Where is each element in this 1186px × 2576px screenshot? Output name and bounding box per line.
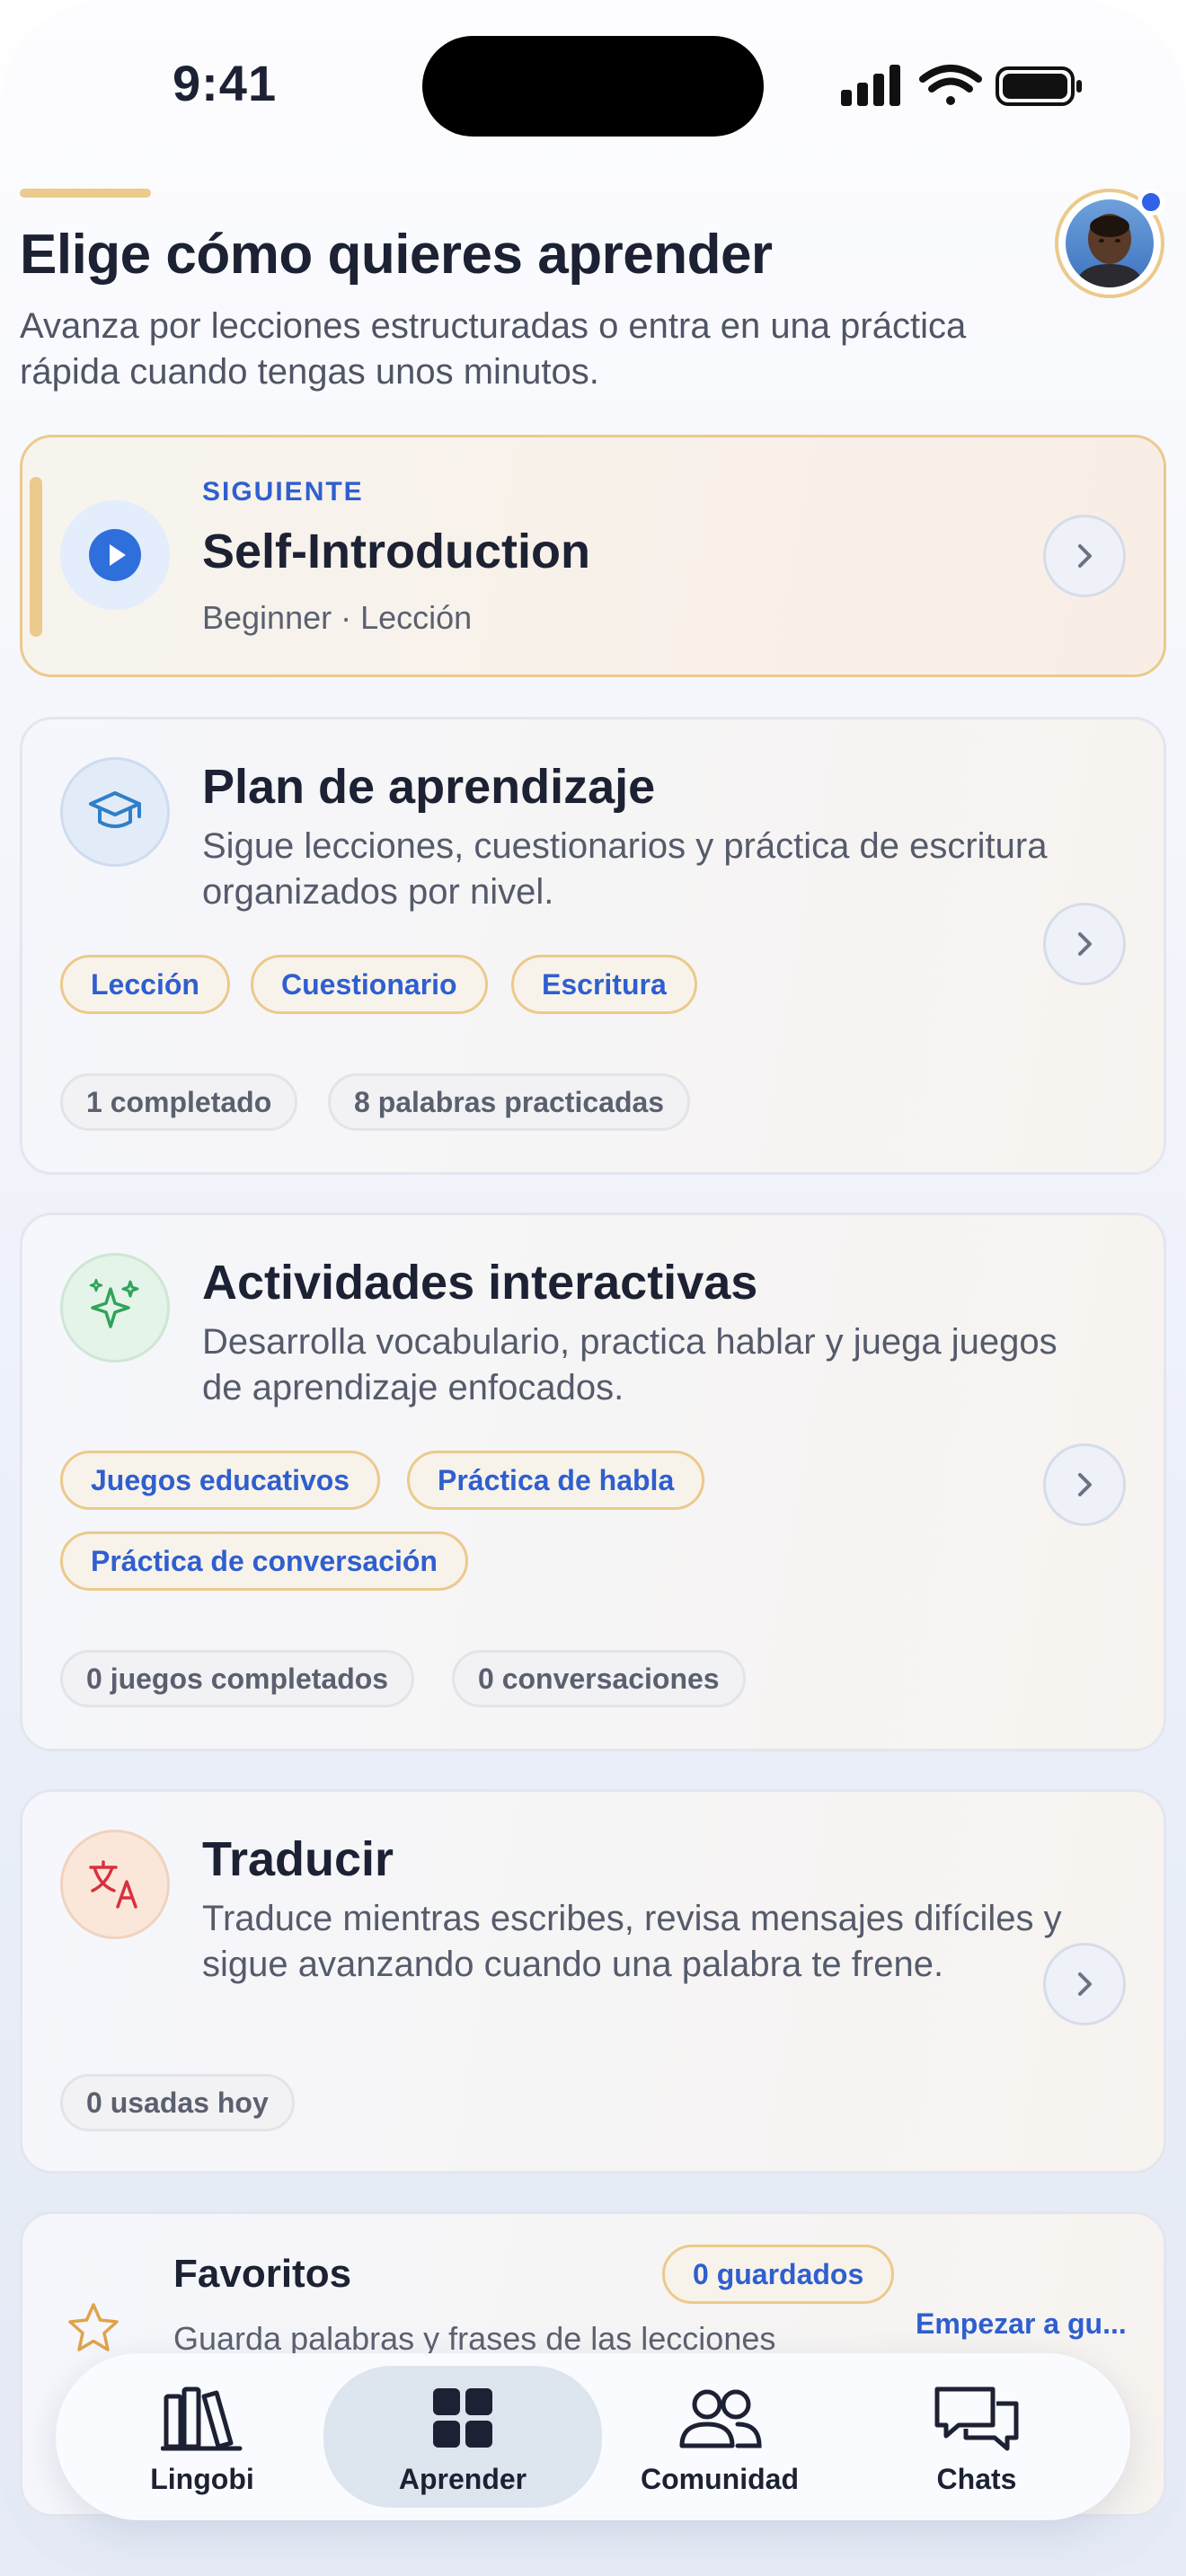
next-eyebrow: SIGUIENTE: [202, 477, 364, 507]
next-lesson-chevron-button[interactable]: [1043, 515, 1126, 597]
page-title: Elige cómo quieres aprender: [20, 224, 773, 286]
books-icon: [161, 2382, 243, 2454]
translate-title: Traducir: [202, 1832, 394, 1886]
next-lesson-meta: Beginner · Lección: [202, 599, 473, 636]
star-icon: [66, 2300, 121, 2360]
chevron-right-icon: [1078, 544, 1092, 568]
stat-used-today: 0 usadas hoy: [60, 2074, 295, 2131]
app-screen: 9:41 Elige cómo quieres aprender Avanza …: [0, 0, 1186, 2576]
sparkles-icon: [89, 1278, 139, 1328]
chip-leccion[interactable]: Lección: [60, 955, 230, 1014]
next-lesson-icon-circle: [60, 500, 170, 610]
stat-words-practiced: 8 palabras practicadas: [328, 1073, 691, 1131]
tab-label: Lingobi: [150, 2463, 254, 2495]
chip-speaking-practice[interactable]: Práctica de habla: [407, 1451, 705, 1510]
translate-icon: [89, 1860, 137, 1909]
battery-icon: [996, 66, 1082, 106]
tab-comunidad[interactable]: Comunidad: [598, 2353, 841, 2520]
favorites-start-link[interactable]: Empezar a gu...: [916, 2307, 1127, 2341]
play-icon: [89, 529, 141, 581]
activities-chevron-button[interactable]: [1043, 1443, 1126, 1526]
stat-games-completed: 0 juegos completados: [60, 1650, 415, 1707]
chip-conversation-practice[interactable]: Práctica de conversación: [60, 1531, 468, 1591]
bottom-tab-bar: Lingobi Aprender Comunidad Chats: [56, 2353, 1130, 2520]
grid-icon: [431, 2382, 494, 2454]
stat-completed: 1 completado: [60, 1073, 298, 1131]
status-icons: [836, 59, 1087, 113]
chip-cuestionario[interactable]: Cuestionario: [251, 955, 488, 1014]
status-time: 9:41: [173, 55, 278, 111]
graduation-cap-icon: [89, 791, 141, 828]
interactive-activities-card[interactable]: Actividades interactivas Desarrolla voca…: [20, 1213, 1166, 1751]
learning-plan-title: Plan de aprendizaje: [202, 760, 656, 814]
activities-title: Actividades interactivas: [202, 1256, 758, 1310]
chip-educational-games[interactable]: Juegos educativos: [60, 1451, 381, 1510]
tab-aprender[interactable]: Aprender: [323, 2366, 602, 2508]
learning-plan-icon-circle: [60, 757, 170, 867]
tab-label: Aprender: [398, 2463, 527, 2495]
tab-label: Chats: [936, 2463, 1017, 2495]
translate-description: Traduce mientras escribes, revisa mensaj…: [202, 1899, 1062, 1984]
tab-lingobi[interactable]: Lingobi: [81, 2353, 323, 2520]
learning-plan-card[interactable]: Plan de aprendizaje Sigue lecciones, cue…: [20, 717, 1166, 1175]
tab-label: Comunidad: [641, 2463, 799, 2495]
tab-chats[interactable]: Chats: [855, 2353, 1098, 2520]
favorites-saved-badge: 0 guardados: [662, 2245, 895, 2304]
activities-icon-circle: [60, 1253, 170, 1363]
activities-description: Desarrolla vocabulario, practica hablar …: [202, 1322, 1058, 1407]
translate-card[interactable]: Traducir Traduce mientras escribes, revi…: [20, 1789, 1166, 2174]
next-lesson-card[interactable]: SIGUIENTE Self-Introduction Beginner · L…: [20, 435, 1166, 677]
wifi-icon: [919, 65, 982, 105]
stat-conversations: 0 conversaciones: [452, 1650, 746, 1707]
chevron-right-icon: [1078, 1473, 1092, 1496]
learning-plan-description: Sigue lecciones, cuestionarios y práctic…: [202, 826, 1048, 912]
chat-bubbles-icon: [932, 2382, 1022, 2454]
chevron-right-icon: [1078, 1972, 1092, 1996]
chevron-right-icon: [1078, 932, 1092, 956]
translate-icon-circle: [60, 1830, 170, 1939]
favorites-title: Favoritos: [173, 2252, 352, 2296]
dynamic-island: [422, 36, 764, 137]
page-subtitle: Avanza por lecciones estructuradas o ent…: [20, 306, 967, 392]
people-icon: [675, 2382, 765, 2454]
next-accent-bar: [30, 477, 42, 637]
favorites-description: Guarda palabras y frases de las leccione…: [173, 2320, 776, 2357]
notification-dot: [1137, 189, 1164, 216]
translate-chevron-button[interactable]: [1043, 1943, 1126, 2025]
header-accent-line: [20, 189, 151, 198]
learning-plan-chevron-button[interactable]: [1043, 903, 1126, 985]
avatar-photo: [1066, 199, 1154, 287]
next-lesson-title: Self-Introduction: [202, 525, 590, 578]
chip-escritura[interactable]: Escritura: [511, 955, 697, 1014]
cellular-signal-icon: [841, 65, 900, 106]
